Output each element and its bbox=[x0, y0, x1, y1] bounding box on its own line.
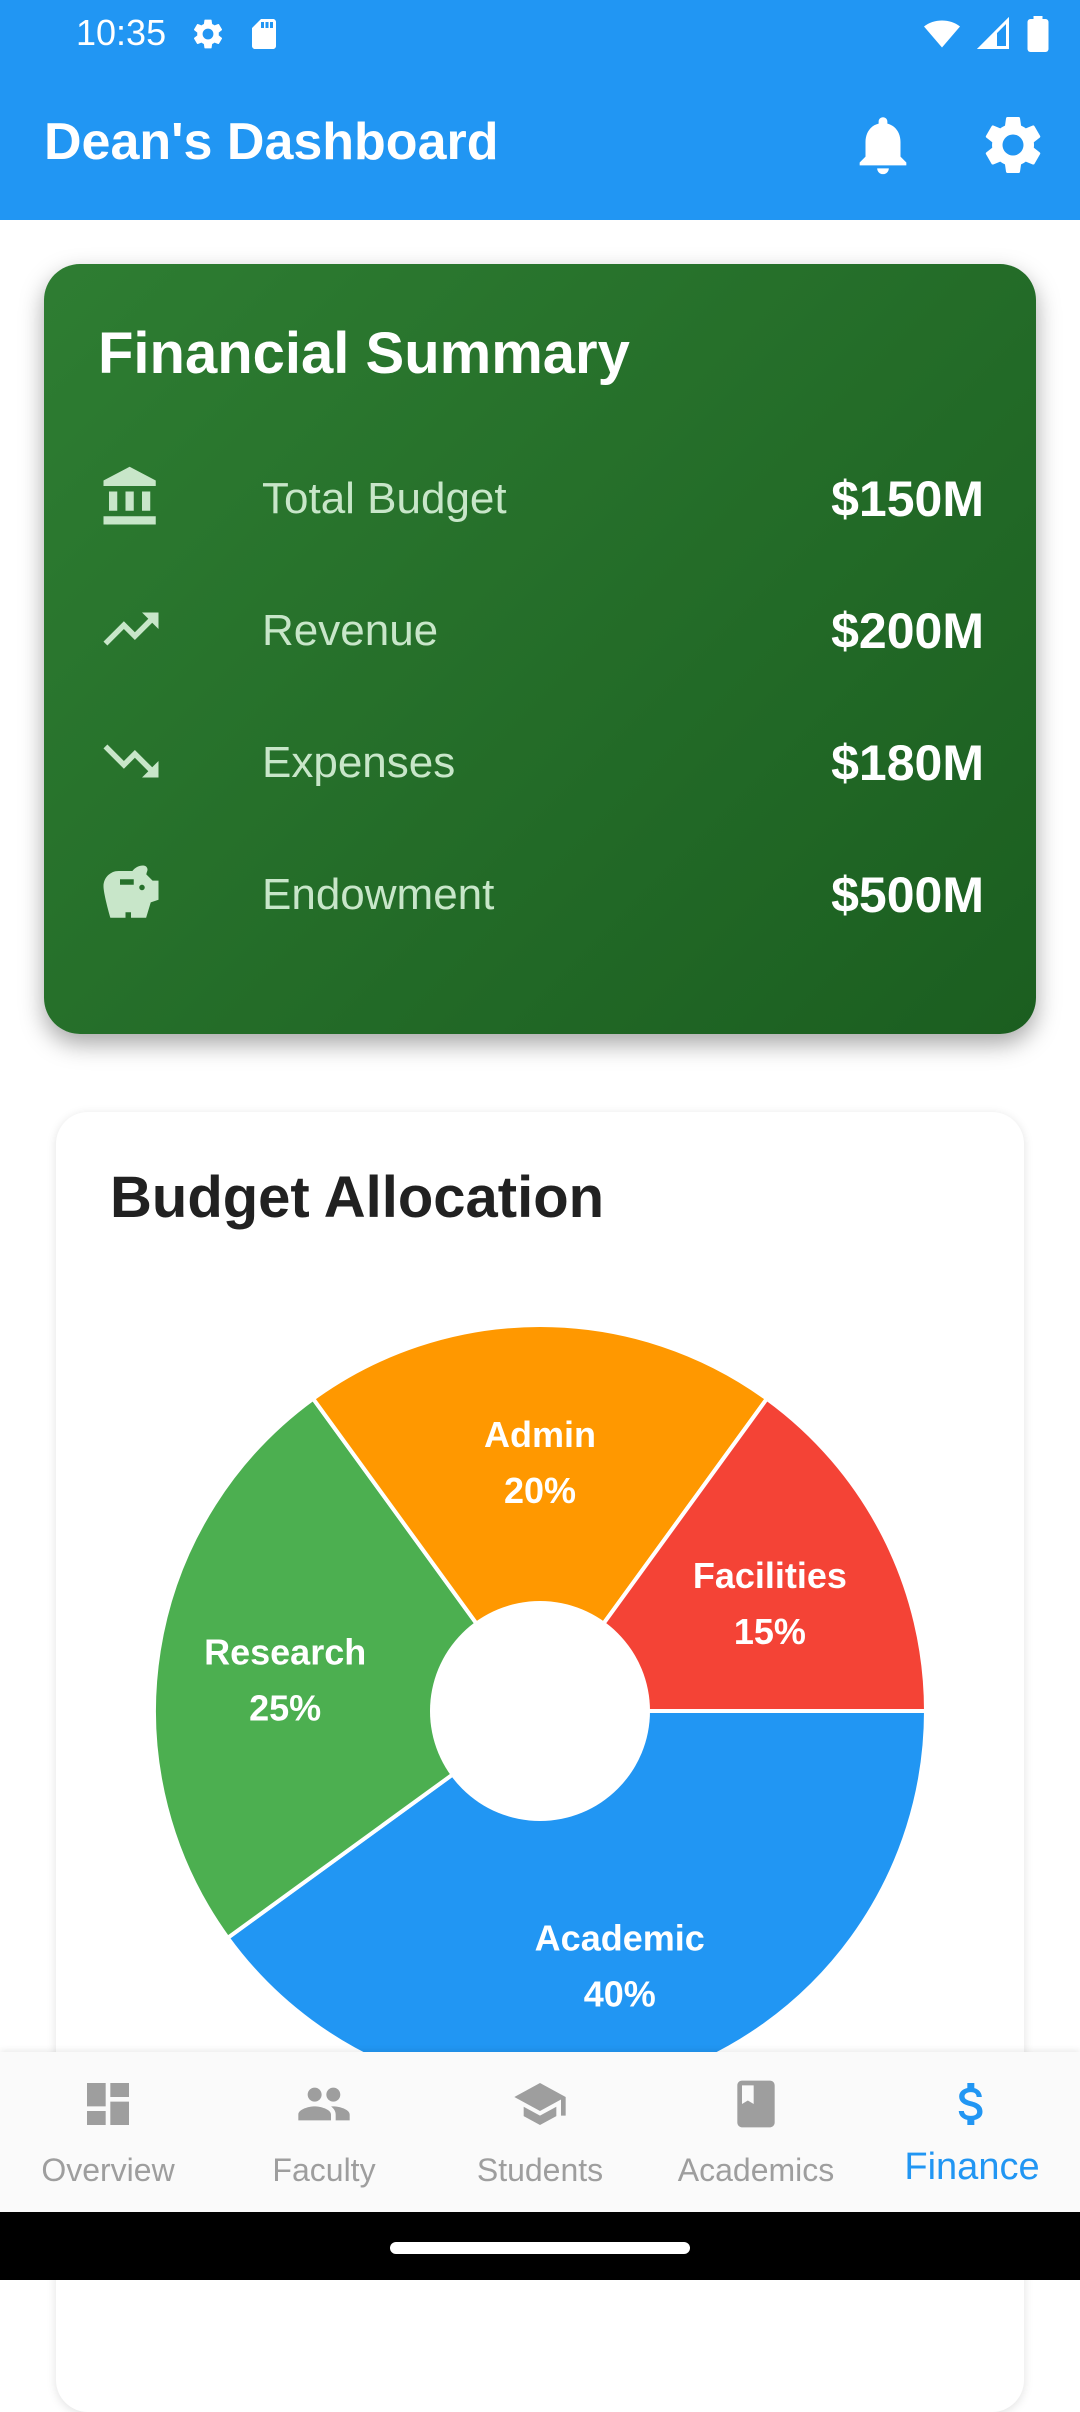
slice-label-facilities: Facilities bbox=[693, 1555, 847, 1596]
nav-item-finance[interactable]: Finance bbox=[864, 2052, 1080, 2212]
nav-item-overview[interactable]: Overview bbox=[0, 2052, 216, 2212]
endowment-label: Endowment bbox=[262, 870, 495, 919]
slice-value-facilities: 15% bbox=[734, 1611, 806, 1652]
trending-down-icon bbox=[98, 728, 164, 794]
gear-icon bbox=[190, 16, 226, 52]
book-icon bbox=[728, 2076, 784, 2132]
settings-gear-icon[interactable] bbox=[978, 110, 1048, 180]
slice-label-research: Research bbox=[204, 1632, 366, 1673]
piggy-bank-icon bbox=[98, 860, 164, 926]
nav-item-students[interactable]: Students bbox=[432, 2052, 648, 2212]
gesture-navigation-bar bbox=[0, 2212, 1080, 2280]
nav-item-faculty[interactable]: Faculty bbox=[216, 2052, 432, 2212]
battery-icon bbox=[1026, 16, 1050, 52]
expenses-row: Expenses $180M bbox=[98, 716, 984, 806]
financial-summary-card: Financial Summary Total Budget $150M Rev… bbox=[44, 264, 1036, 1034]
status-time: 10:35 bbox=[76, 12, 167, 53]
nav-item-academics[interactable]: Academics bbox=[648, 2052, 864, 2212]
nav-label-finance: Finance bbox=[904, 2146, 1040, 2188]
revenue-value: $200M bbox=[831, 603, 984, 659]
bell-icon[interactable] bbox=[848, 110, 918, 180]
financial-summary-title: Financial Summary bbox=[98, 321, 630, 386]
endowment-row: Endowment $500M bbox=[98, 848, 984, 938]
slice-value-academic: 40% bbox=[584, 1973, 656, 2014]
slice-value-research: 25% bbox=[249, 1688, 321, 1729]
donut-hole bbox=[430, 1601, 650, 1821]
bottom-navigation: Overview Faculty Students Academics Fina… bbox=[0, 2052, 1080, 2212]
wifi-icon bbox=[922, 16, 962, 52]
total-budget-label: Total Budget bbox=[262, 474, 507, 523]
nav-label-faculty: Faculty bbox=[272, 2152, 376, 2188]
revenue-label: Revenue bbox=[262, 606, 439, 655]
page-title: Dean's Dashboard bbox=[44, 113, 499, 171]
home-gesture-handle[interactable] bbox=[390, 2242, 690, 2254]
signal-icon bbox=[976, 16, 1012, 52]
total-budget-row: Total Budget $150M bbox=[98, 452, 984, 542]
people-icon bbox=[296, 2076, 352, 2132]
dollar-icon bbox=[944, 2076, 1000, 2132]
endowment-value: $500M bbox=[831, 867, 984, 923]
slice-label-academic: Academic bbox=[535, 1917, 705, 1958]
bank-icon bbox=[98, 464, 164, 530]
sd-card-icon bbox=[246, 16, 282, 52]
status-bar: 10:35 bbox=[0, 0, 1080, 70]
revenue-row: Revenue $200M bbox=[98, 584, 984, 674]
total-budget-value: $150M bbox=[831, 471, 984, 527]
school-icon bbox=[512, 2076, 568, 2132]
nav-label-overview: Overview bbox=[41, 2152, 175, 2188]
nav-label-academics: Academics bbox=[677, 2152, 835, 2188]
expenses-value: $180M bbox=[831, 735, 984, 791]
slice-label-admin: Admin bbox=[484, 1414, 596, 1455]
nav-label-students: Students bbox=[476, 2152, 604, 2188]
app-bar: Dean's Dashboard bbox=[0, 70, 1080, 220]
slice-value-admin: 20% bbox=[504, 1470, 576, 1511]
trending-up-icon bbox=[98, 596, 164, 662]
dashboard-icon bbox=[80, 2076, 136, 2132]
expenses-label: Expenses bbox=[262, 738, 456, 787]
